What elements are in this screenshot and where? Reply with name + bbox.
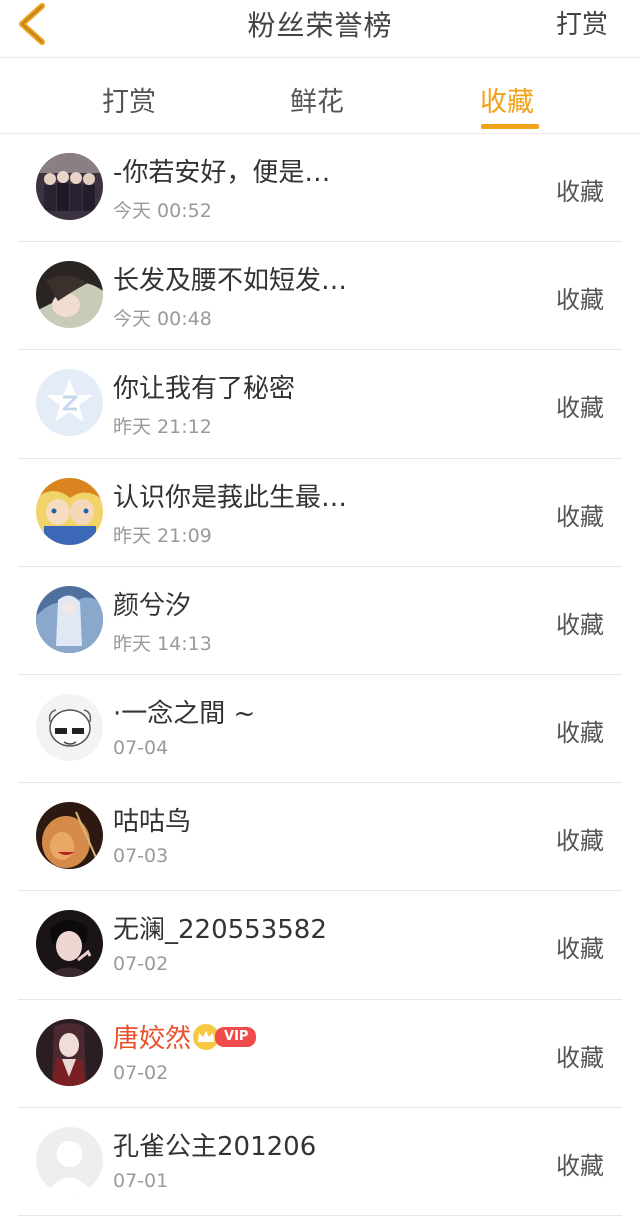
favorite-label: 收藏 [556, 178, 604, 206]
fan-time: 昨天 21:09 [113, 524, 212, 547]
reward-button[interactable]: 打赏 [556, 4, 608, 41]
favorite-label: 收藏 [556, 1151, 604, 1180]
list-item[interactable]: 孔雀公主201206 07-01 收藏 [0, 1108, 640, 1216]
fan-name: ·一念之間 ~ [113, 698, 256, 729]
fan-time: 昨天 14:13 [113, 632, 212, 655]
avatar[interactable] [36, 369, 103, 437]
top-bar: 粉丝荣誉榜 打赏 [0, 0, 640, 58]
fan-time: 07-02 [113, 953, 169, 976]
avatar[interactable] [36, 910, 103, 978]
tab-favorites[interactable]: 收藏 [480, 80, 534, 119]
favorite-label: 收藏 [556, 502, 604, 531]
fan-name: 咕咕鸟 [113, 807, 192, 838]
favorite-label: 收藏 [556, 394, 604, 423]
fan-name: -你若安好，便是… [113, 158, 331, 188]
list-item[interactable]: 你让我有了秘密 昨天 21:12 收藏 [0, 350, 640, 459]
fan-name: 长发及腰不如短发… [113, 266, 348, 297]
fan-list: -你若安好，便是… 今天 00:52 收藏 长发及腰不如短发… 今天 00:48… [0, 134, 640, 1216]
fan-time: 07-03 [113, 845, 169, 868]
list-item[interactable]: 长发及腰不如短发… 今天 00:48 收藏 [0, 242, 640, 351]
fan-name: 你让我有了秘密 [113, 374, 296, 405]
avatar[interactable] [36, 802, 103, 870]
page-title: 粉丝荣誉榜 [247, 9, 393, 42]
avatar[interactable] [36, 1018, 103, 1086]
fan-name: 颜兮汐 [113, 590, 192, 621]
list-item[interactable]: 无澜_220553582 07-02 收藏 [0, 891, 640, 1000]
fan-name: 孔雀公主201206 [113, 1131, 317, 1162]
active-tab-indicator [481, 124, 539, 129]
favorite-label: 收藏 [556, 718, 604, 747]
list-item[interactable]: 唐姣然 VIP 07-02 收藏 [0, 1000, 640, 1108]
avatar[interactable] [36, 1126, 103, 1194]
favorite-label: 收藏 [556, 827, 604, 856]
tab-reward[interactable]: 打赏 [102, 80, 156, 119]
fan-time: 07-01 [113, 1169, 169, 1192]
avatar[interactable] [36, 477, 103, 545]
favorite-label: 收藏 [556, 935, 604, 964]
fan-name: 无澜_220553582 [113, 915, 327, 946]
fan-name: 认识你是莪此生最… [113, 482, 348, 513]
avatar[interactable] [36, 153, 103, 220]
list-item[interactable]: 认识你是莪此生最… 昨天 21:09 收藏 [0, 459, 640, 567]
favorite-label: 收藏 [556, 610, 604, 639]
list-item[interactable]: 咕咕鸟 07-03 收藏 [0, 783, 640, 892]
fan-name: 唐姣然 VIP [113, 1018, 257, 1055]
vip-badge: VIP [193, 1024, 257, 1050]
fan-time: 07-02 [113, 1061, 169, 1084]
fan-time: 今天 00:52 [113, 200, 212, 222]
favorite-label: 收藏 [556, 286, 604, 315]
fan-time: 今天 00:48 [113, 308, 212, 331]
list-item[interactable]: -你若安好，便是… 今天 00:52 收藏 [0, 134, 640, 243]
fan-time: 昨天 21:12 [113, 416, 212, 439]
fan-time: 07-04 [113, 736, 169, 759]
avatar[interactable] [36, 693, 103, 761]
avatar[interactable] [36, 261, 103, 329]
avatar[interactable] [36, 585, 103, 653]
tab-flowers[interactable]: 鲜花 [290, 80, 344, 119]
favorite-label: 收藏 [556, 1043, 604, 1072]
list-item[interactable]: ·一念之間 ~ 07-04 收藏 [0, 675, 640, 784]
tab-bar: 打赏 鲜花 收藏 [0, 58, 640, 134]
list-item[interactable]: 颜兮汐 昨天 14:13 收藏 [0, 567, 640, 675]
